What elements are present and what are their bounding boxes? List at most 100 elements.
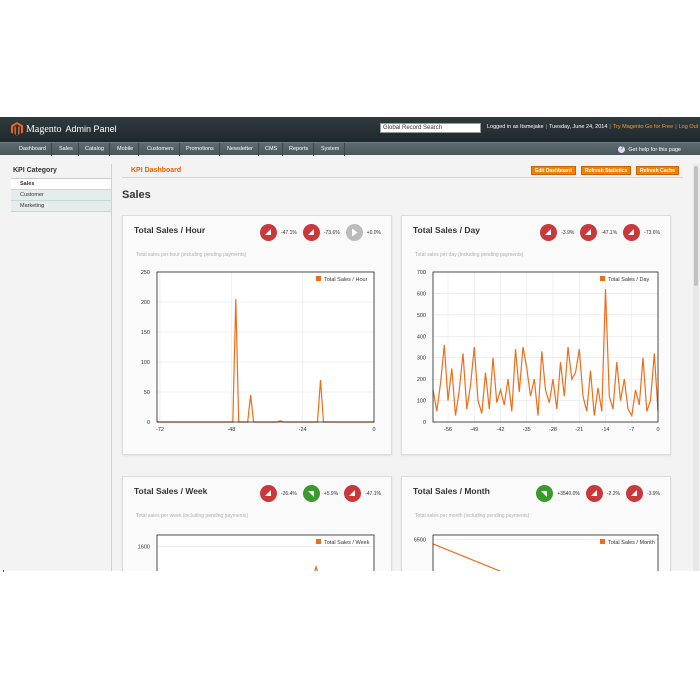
global-search-input[interactable]: Global Record Search bbox=[380, 123, 481, 133]
nav-newsletter[interactable]: Newsletter bbox=[222, 143, 259, 156]
kpi-value: +3540.0% bbox=[557, 490, 580, 497]
nav-catalog[interactable]: Catalog bbox=[80, 143, 110, 156]
help-link[interactable]: ? Get help for this page bbox=[618, 146, 681, 153]
x-tick-label: -14 bbox=[602, 427, 610, 433]
up-arrow-icon bbox=[541, 491, 548, 497]
kpi-indicator-icon bbox=[344, 485, 362, 502]
nav-mobile[interactable]: Mobile bbox=[112, 143, 140, 156]
kpi-item: -3.9% bbox=[540, 224, 574, 241]
nav-sales[interactable]: Sales bbox=[54, 143, 79, 156]
kpi-indicator-icon bbox=[625, 485, 643, 502]
section-title: Sales bbox=[122, 189, 151, 201]
y-tick-label: 6500 bbox=[414, 537, 426, 543]
plot-area bbox=[157, 272, 374, 422]
logo[interactable]: Magento Admin Panel bbox=[11, 122, 117, 136]
try-magento-link[interactable]: Try Magento Go for Free bbox=[613, 124, 673, 130]
down-arrow-icon bbox=[585, 229, 592, 235]
y-tick-label: 200 bbox=[417, 377, 426, 383]
background-mark bbox=[3, 570, 4, 572]
legend-swatch bbox=[316, 276, 321, 281]
page-scrollbar[interactable] bbox=[693, 164, 699, 571]
x-tick-label: -24 bbox=[299, 427, 307, 433]
kpi-value: -2.2% bbox=[606, 490, 620, 497]
nav-customers[interactable]: Customers bbox=[142, 143, 180, 156]
down-arrow-icon bbox=[628, 229, 635, 235]
x-tick-label: -7 bbox=[629, 427, 634, 433]
x-tick-label: -28 bbox=[549, 427, 557, 433]
y-tick-label: 200 bbox=[141, 300, 150, 306]
kpi-value: +5.9% bbox=[323, 490, 339, 497]
kpi-indicator-icon bbox=[585, 485, 603, 502]
x-tick-label: -35 bbox=[523, 427, 531, 433]
sidebar-item-marketing[interactable]: Marketing bbox=[11, 201, 111, 212]
nav-cms[interactable]: CMS bbox=[260, 143, 284, 156]
down-arrow-icon bbox=[630, 490, 637, 496]
down-arrow-icon bbox=[264, 490, 271, 496]
kpi-sidebar: KPI Category Sales Customer Marketing bbox=[11, 165, 111, 212]
chart-sales-month: 60006500 Total Sales / Month bbox=[414, 534, 659, 571]
legend-swatch bbox=[600, 276, 605, 281]
kpi-indicator-icon bbox=[302, 224, 320, 241]
scrollbar-thumb[interactable] bbox=[694, 166, 698, 286]
sidebar-item-customer[interactable]: Customer bbox=[11, 190, 111, 201]
legend-label: Total Sales / Week bbox=[324, 540, 370, 546]
nav-system[interactable]: System bbox=[316, 143, 346, 156]
nav-dashboard[interactable]: Dashboard bbox=[14, 143, 52, 156]
kpi-indicator-icon bbox=[623, 224, 641, 241]
kpi-value: +0.0% bbox=[366, 229, 381, 236]
refresh-cache-button[interactable]: Refresh Cache bbox=[636, 166, 680, 175]
help-icon: ? bbox=[618, 146, 626, 153]
panel-subtitle: Total sales per week (including pending … bbox=[136, 513, 249, 519]
page-title: KPI Dashboard bbox=[131, 167, 182, 174]
legend-label: Total Sales / Month bbox=[608, 540, 655, 546]
kpi-group: +3540.0% -2.2% -3.9% bbox=[530, 485, 660, 502]
y-tick-label: 700 bbox=[417, 270, 426, 276]
sidebar-item-sales[interactable]: Sales bbox=[11, 179, 111, 190]
kpi-item: -3.9% bbox=[625, 485, 660, 502]
legend-label: Total Sales / Day bbox=[608, 277, 650, 283]
y-tick-label: 0 bbox=[423, 420, 426, 426]
edit-dashboard-button[interactable]: Edit Dashboard bbox=[531, 166, 576, 175]
x-tick-label: -49 bbox=[470, 427, 478, 433]
y-tick-label: 100 bbox=[417, 399, 426, 405]
main-nav: Dashboard Sales Catalog Mobile Customers… bbox=[0, 142, 700, 156]
kpi-item: -26.4% bbox=[259, 485, 297, 502]
kpi-indicator-icon bbox=[259, 485, 277, 502]
refresh-statistics-button[interactable]: Refresh Statistics bbox=[581, 166, 632, 175]
logged-in-label: Logged in as Itsmejake bbox=[487, 124, 544, 130]
y-tick-label: 150 bbox=[141, 330, 150, 336]
panel-title: Total Sales / Day bbox=[413, 225, 480, 235]
chart-sales-week: 14001600Total Sales / Week bbox=[138, 534, 375, 571]
kpi-value: -73.6% bbox=[323, 229, 340, 236]
kpi-group: -3.9% -47.1% -73.6% bbox=[534, 224, 660, 241]
screenshot-canvas: Magento Admin Panel Global Record Search… bbox=[0, 0, 700, 680]
kpi-value: -3.9% bbox=[646, 490, 660, 497]
logo-subtitle: Admin Panel bbox=[65, 124, 117, 134]
x-tick-label: 0 bbox=[372, 427, 375, 433]
logout-link[interactable]: Log Out bbox=[679, 124, 699, 130]
down-arrow-icon bbox=[307, 229, 314, 235]
down-arrow-icon bbox=[349, 490, 356, 496]
legend-swatch bbox=[600, 539, 605, 544]
admin-window: Magento Admin Panel Global Record Search… bbox=[0, 117, 700, 571]
panel-sales-day: Total Sales / Day -3.9% -47.1% -73.6% To… bbox=[401, 215, 671, 455]
up-arrow-icon bbox=[307, 491, 314, 497]
panel-title: Total Sales / Month bbox=[413, 486, 490, 496]
nav-reports[interactable]: Reports bbox=[284, 143, 315, 156]
y-tick-label: 0 bbox=[147, 420, 150, 426]
kpi-indicator-icon bbox=[259, 224, 277, 241]
logo-text: Magento bbox=[26, 123, 62, 135]
panel-subtitle: Total sales per hour (including pending … bbox=[136, 252, 247, 258]
y-tick-label: 400 bbox=[417, 334, 426, 340]
kpi-group: -47.1% -73.6% +0.0% bbox=[254, 224, 381, 241]
x-tick-label: 0 bbox=[656, 427, 659, 433]
flat-arrow-icon bbox=[351, 228, 358, 237]
nav-promotions[interactable]: Promotions bbox=[181, 143, 220, 156]
magento-logo-icon bbox=[11, 122, 23, 136]
kpi-indicator-icon bbox=[345, 224, 363, 241]
panel-sales-hour: Total Sales / Hour -47.1% -73.6% +0.0% T… bbox=[122, 215, 392, 455]
down-arrow-icon bbox=[545, 229, 552, 235]
chart-sales-day: 0 100 200 300 400 500 600 700 -56 -49 -42 -35 -28 -21… bbox=[417, 270, 660, 433]
down-arrow-icon bbox=[264, 229, 271, 235]
kpi-item: +0.0% bbox=[345, 224, 381, 241]
